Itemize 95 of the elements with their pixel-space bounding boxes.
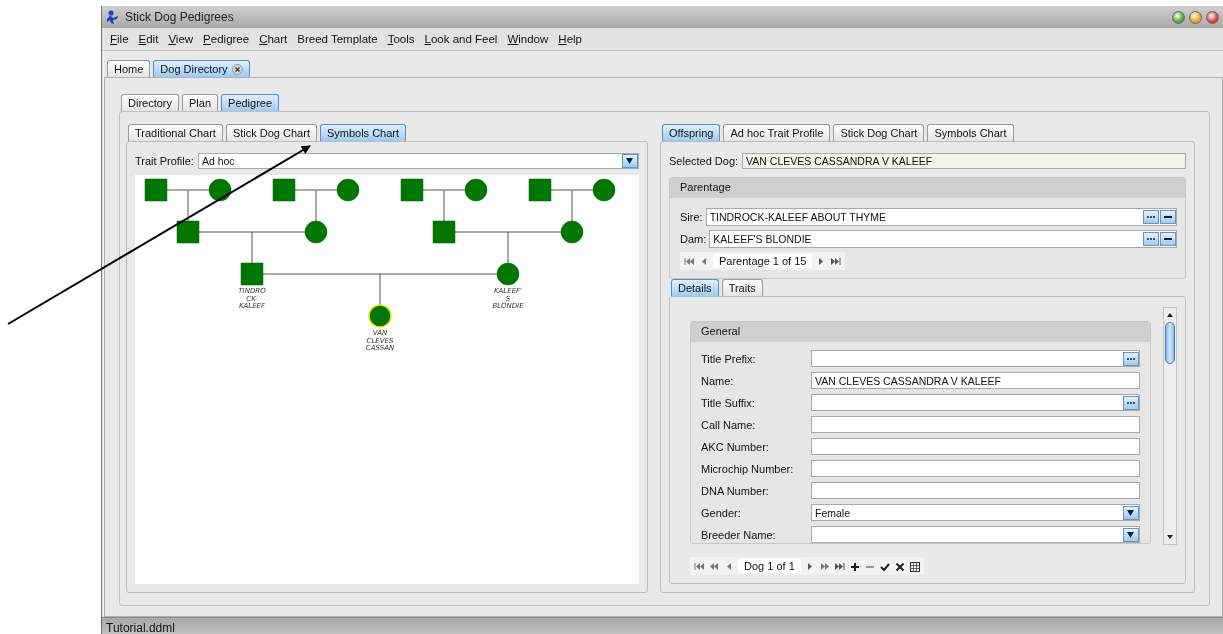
- detail-tab[interactable]: Offspring: [662, 124, 721, 141]
- parent-field[interactable]: KALEEF'S BLONDIE: [709, 230, 1177, 248]
- dropdown-field[interactable]: Female: [811, 504, 1140, 521]
- detail-tab[interactable]: Ad hoc Trait Profile: [723, 124, 831, 141]
- connector-line: [294, 189, 338, 222]
- clear-button[interactable]: [1160, 210, 1176, 224]
- detail-sub-tab[interactable]: Details: [671, 279, 719, 296]
- status-bar: Tutorial.ddml: [102, 617, 1223, 634]
- field-label: Dam:: [680, 233, 707, 245]
- input-field[interactable]: [811, 394, 1140, 411]
- close-button[interactable]: [1206, 10, 1219, 24]
- field-label: Breeder Name:: [701, 528, 777, 541]
- selected-dog-field[interactable]: VAN CLEVES CASSANDRA V KALEEF: [742, 152, 1186, 169]
- field-label: Trait Profile:: [135, 154, 194, 167]
- chart-tab[interactable]: Traditional Chart: [128, 124, 223, 141]
- close-tab-button[interactable]: [231, 63, 243, 75]
- document-tab[interactable]: Dog Directory: [153, 60, 250, 77]
- navigation-button[interactable]: [830, 255, 843, 267]
- field-label: AKC Number:: [701, 440, 770, 453]
- detail-sub-tab[interactable]: Traits: [721, 279, 763, 296]
- input-field[interactable]: [811, 416, 1140, 433]
- last-icon: [830, 255, 843, 267]
- connector-line: [422, 189, 466, 222]
- chart-tab[interactable]: Stick Dog Chart: [225, 124, 317, 141]
- window-title: Stick Dog Pedigrees: [125, 10, 234, 24]
- field-label: DNA Number:: [701, 484, 770, 497]
- add-icon: [848, 560, 861, 572]
- dog-logo-icon: [106, 10, 120, 24]
- maximize-button[interactable]: [1189, 10, 1202, 24]
- fast-forward-icon: [818, 560, 831, 572]
- detail-tab[interactable]: Symbols Chart: [927, 124, 1014, 141]
- view-tab[interactable]: Pedigree: [221, 94, 280, 111]
- navigation-button[interactable]: [693, 560, 705, 572]
- input-field[interactable]: [811, 482, 1140, 499]
- navigation-button[interactable]: [833, 560, 846, 572]
- minimize-button[interactable]: [1172, 10, 1185, 24]
- scrollbar-thumb[interactable]: [1165, 322, 1175, 364]
- grid-icon: [908, 560, 921, 572]
- menu-item[interactable]: Pedigree: [198, 33, 255, 45]
- group-title: Parentage: [670, 178, 1185, 198]
- toolbar-button[interactable]: [893, 560, 906, 572]
- rewind-icon: [708, 560, 720, 572]
- menu-item[interactable]: Breed Template: [292, 33, 383, 45]
- menu-item[interactable]: Window: [502, 33, 554, 45]
- connector-line: [166, 189, 210, 222]
- lookup-button[interactable]: [1143, 232, 1159, 246]
- input-field[interactable]: [811, 350, 1140, 367]
- lookup-button[interactable]: [1123, 351, 1139, 366]
- clear-button[interactable]: [1160, 232, 1176, 246]
- menu-item[interactable]: Tools: [382, 33, 420, 45]
- dropdown-button[interactable]: [1123, 527, 1139, 542]
- parent-field[interactable]: TINDROCK-KALEEF ABOUT THYME: [705, 208, 1177, 226]
- field-label: Microchip Number:: [701, 462, 795, 475]
- navigation-button[interactable]: [683, 255, 695, 267]
- group-title: General: [691, 322, 1150, 342]
- dropdown-button[interactable]: [1123, 505, 1139, 520]
- menu-item[interactable]: Help: [553, 33, 587, 45]
- lookup-button[interactable]: [1143, 210, 1159, 224]
- connector-line: [550, 189, 594, 222]
- first-icon: [683, 255, 695, 267]
- view-tab[interactable]: Directory: [121, 94, 179, 111]
- vertical-scrollbar[interactable]: [1163, 307, 1177, 545]
- navigation-button[interactable]: [708, 560, 720, 572]
- menu-item[interactable]: Chart: [254, 33, 293, 45]
- close-icon: [231, 63, 243, 75]
- record-counter: Dog 1 of 1: [738, 559, 801, 573]
- field-label: Sire:: [680, 211, 703, 223]
- input-field[interactable]: [811, 438, 1140, 455]
- menu-item[interactable]: View: [163, 33, 199, 45]
- input-field[interactable]: VAN CLEVES CASSANDRA V KALEEF: [811, 372, 1140, 389]
- toolbar-button[interactable]: [908, 560, 921, 572]
- menu-item[interactable]: Edit: [133, 33, 164, 45]
- input-field[interactable]: [811, 460, 1140, 477]
- document-tab[interactable]: Home: [107, 60, 151, 77]
- chart-tab[interactable]: Symbols Chart: [319, 124, 407, 141]
- cancel-icon: [893, 560, 906, 572]
- last-icon: [833, 560, 846, 572]
- toolbar-button[interactable]: [848, 560, 861, 572]
- dropdown-button[interactable]: [622, 153, 638, 168]
- dropdown-field[interactable]: [811, 526, 1140, 543]
- detail-tab[interactable]: Stick Dog Chart: [833, 124, 925, 141]
- view-tab[interactable]: Plan: [182, 94, 219, 111]
- record-counter: Parentage 1 of 15: [713, 254, 813, 268]
- field-label: Call Name:: [701, 418, 757, 431]
- field-label: Title Prefix:: [701, 352, 757, 365]
- field-label: Name:: [701, 374, 735, 387]
- trait-profile-dropdown[interactable]: Ad hoc: [197, 152, 639, 169]
- field-label: Selected Dog:: [669, 154, 739, 167]
- first-icon: [693, 560, 705, 572]
- navigation-button[interactable]: [818, 560, 831, 572]
- field-label: Gender:: [701, 506, 742, 519]
- lookup-button[interactable]: [1123, 395, 1139, 410]
- menu-item[interactable]: Look and Feel: [419, 33, 503, 45]
- field-label: Title Suffix:: [701, 396, 756, 409]
- menu-item[interactable]: File: [105, 33, 134, 45]
